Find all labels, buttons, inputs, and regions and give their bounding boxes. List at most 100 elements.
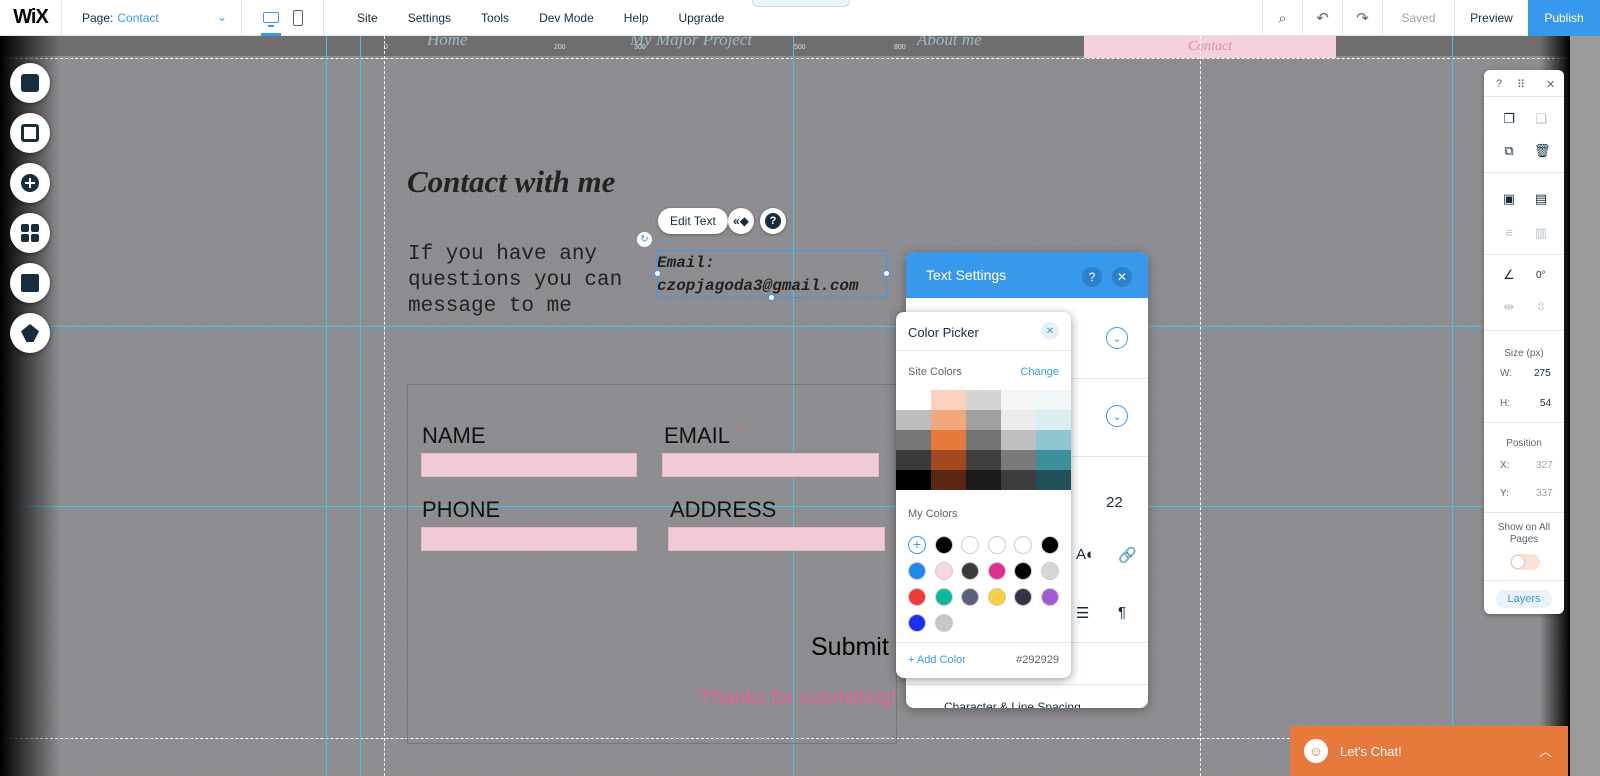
color-swatch[interactable] <box>1036 410 1071 430</box>
align-icon[interactable]: ▤ <box>1534 192 1548 206</box>
nav-contact[interactable]: Contact <box>1084 36 1336 58</box>
change-colors-link[interactable]: Change <box>1020 366 1059 378</box>
color-swatch[interactable] <box>966 450 1001 470</box>
height-value[interactable]: 54 <box>1540 398 1551 409</box>
media-button[interactable] <box>10 263 50 303</box>
my-color-swatch[interactable] <box>1040 588 1059 606</box>
my-color-swatch[interactable] <box>1014 536 1032 554</box>
color-swatch[interactable] <box>966 390 1001 410</box>
site-color-swatches[interactable] <box>896 390 1071 490</box>
color-swatch[interactable] <box>1001 410 1036 430</box>
indent-icon[interactable]: ☰ <box>1076 604 1089 622</box>
my-color-swatch[interactable] <box>987 562 1006 580</box>
menu-site[interactable]: Site <box>342 11 393 25</box>
arrange-icon[interactable]: ▣ <box>1502 192 1516 206</box>
animation-icon[interactable]: «◆ <box>728 208 754 234</box>
color-swatch[interactable] <box>1001 450 1036 470</box>
color-swatch[interactable] <box>896 450 931 470</box>
menu-tools[interactable]: Tools <box>466 11 524 25</box>
pages-button[interactable] <box>10 63 50 103</box>
my-color-swatch[interactable] <box>934 536 953 554</box>
width-value[interactable]: 275 <box>1534 368 1551 379</box>
mobile-icon[interactable] <box>292 9 303 26</box>
undo-icon[interactable]: ↶ <box>1302 0 1342 36</box>
color-swatch[interactable] <box>1036 470 1071 490</box>
my-color-swatch[interactable] <box>961 562 979 580</box>
blog-button[interactable] <box>10 313 50 353</box>
rotate-icon[interactable]: ↻ <box>637 232 652 247</box>
my-color-swatch[interactable] <box>934 562 953 580</box>
color-swatch[interactable] <box>1001 390 1036 410</box>
my-color-swatch[interactable] <box>934 588 953 606</box>
color-swatch[interactable] <box>931 410 966 430</box>
right-toolbar[interactable]: ? ⠿ ✕ ❐ ❏ ⧉ 🗑 ▣ ▤ ≡ ▥ ∠ 0° ⇹ ⇳ Size (px)… <box>1484 70 1564 614</box>
zoom-icon[interactable]: ⌕ <box>1262 0 1302 36</box>
page-selector[interactable]: Page: Contact ⌄ <box>62 0 242 36</box>
wix-logo[interactable]: WiX <box>0 0 62 36</box>
my-color-swatches[interactable]: + <box>908 536 1068 632</box>
color-swatch[interactable] <box>966 470 1001 490</box>
layers-button[interactable]: Layers <box>1496 590 1552 608</box>
flip-horizontal-icon[interactable]: ⇹ <box>1502 300 1516 314</box>
apps-button[interactable] <box>10 213 50 253</box>
intro-paragraph[interactable]: If you have any questions you can messag… <box>408 242 638 320</box>
drag-handle-icon[interactable]: ⠿ <box>1517 78 1525 91</box>
x-value[interactable]: 327 <box>1536 460 1553 471</box>
my-color-swatch[interactable] <box>1040 562 1059 580</box>
chevron-down-icon[interactable]: ⌄ <box>1106 405 1128 427</box>
chevron-up-icon[interactable]: ︿ <box>1539 741 1552 760</box>
y-value[interactable]: 337 <box>1536 488 1553 499</box>
color-swatch[interactable] <box>931 430 966 450</box>
highlight-color-icon[interactable]: A◐ <box>1076 546 1095 563</box>
my-color-swatch[interactable] <box>1040 536 1059 554</box>
color-swatch[interactable] <box>896 390 931 410</box>
text-settings-close-icon[interactable]: ✕ <box>1112 267 1132 287</box>
character-spacing-section[interactable]: Character & Line Spacing <box>944 700 1081 708</box>
my-color-swatch[interactable] <box>1014 562 1032 580</box>
color-swatch[interactable] <box>931 450 966 470</box>
resize-handle-bottom[interactable] <box>768 294 775 301</box>
chat-widget[interactable]: ☺ Let's Chat! ︿ <box>1290 726 1568 776</box>
top-collapse-tab[interactable] <box>752 0 850 7</box>
link-icon[interactable]: 🔗 <box>1118 546 1137 564</box>
menu-help[interactable]: Help <box>609 11 664 25</box>
color-swatch[interactable] <box>1036 450 1071 470</box>
toolbar-help-icon[interactable]: ? <box>1496 78 1502 90</box>
color-swatch[interactable] <box>931 390 966 410</box>
color-swatch[interactable] <box>1001 470 1036 490</box>
add-color-swatch[interactable]: + <box>908 536 926 554</box>
distribute-icon[interactable]: ≡ <box>1502 226 1516 240</box>
phone-input[interactable] <box>421 527 637 551</box>
color-swatch[interactable] <box>1001 430 1036 450</box>
preview-button[interactable]: Preview <box>1454 0 1528 36</box>
delete-icon[interactable]: 🗑 <box>1534 144 1551 158</box>
color-swatch[interactable] <box>966 410 1001 430</box>
my-color-swatch[interactable] <box>908 614 926 632</box>
chevron-down-icon[interactable]: ⌄ <box>1106 327 1128 349</box>
help-button[interactable]: ? <box>760 208 786 234</box>
address-input[interactable] <box>668 527 885 551</box>
menu-upgrade[interactable]: Upgrade <box>663 11 739 25</box>
color-swatch[interactable] <box>1036 430 1071 450</box>
my-color-swatch[interactable] <box>908 588 926 606</box>
my-color-swatch[interactable] <box>908 562 926 580</box>
background-button[interactable] <box>10 113 50 153</box>
my-color-swatch[interactable] <box>934 614 953 632</box>
my-color-swatch[interactable] <box>987 536 1006 554</box>
publish-button[interactable]: Publish <box>1528 0 1600 36</box>
match-size-icon[interactable]: ▥ <box>1534 226 1548 240</box>
my-color-swatch[interactable] <box>1014 588 1032 606</box>
toolbar-close-icon[interactable]: ✕ <box>1546 78 1555 91</box>
duplicate-icon[interactable]: ⧉ <box>1502 144 1516 158</box>
color-swatch[interactable] <box>1036 390 1071 410</box>
color-swatch[interactable] <box>896 430 931 450</box>
my-color-swatch[interactable] <box>961 536 979 554</box>
email-input[interactable] <box>662 453 879 477</box>
color-swatch[interactable] <box>896 470 931 490</box>
name-input[interactable] <box>421 453 637 477</box>
color-picker-panel[interactable]: Color Picker ✕ Site Colors Change My Col… <box>896 312 1071 678</box>
paste-icon[interactable]: ❏ <box>1534 112 1548 126</box>
text-settings-help-icon[interactable]: ? <box>1082 267 1102 287</box>
edit-text-button[interactable]: Edit Text <box>658 208 728 234</box>
add-button[interactable] <box>10 163 50 203</box>
